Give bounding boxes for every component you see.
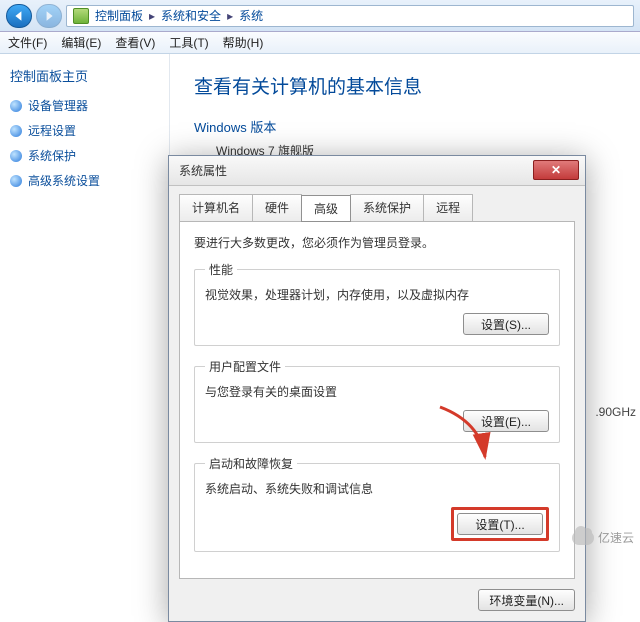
bullet-icon	[10, 125, 22, 137]
sidebar-item-label: 设备管理器	[28, 97, 88, 114]
dialog-title: 系统属性	[179, 162, 227, 179]
sidebar-item-label: 远程设置	[28, 122, 76, 139]
sidebar-item-label: 系统保护	[28, 147, 76, 164]
group-startup-recovery: 启动和故障恢复 系统启动、系统失败和调试信息 设置(T)...	[194, 455, 560, 552]
cloud-icon	[572, 531, 594, 545]
crumb-root[interactable]: 控制面板	[95, 7, 143, 24]
sidebar-home[interactable]: 控制面板主页	[10, 66, 159, 85]
bullet-icon	[10, 150, 22, 162]
page-title: 查看有关计算机的基本信息	[194, 72, 616, 99]
watermark-text: 亿速云	[598, 529, 634, 546]
group-performance: 性能 视觉效果，处理器计划，内存使用，以及虚拟内存 设置(S)...	[194, 261, 560, 346]
menu-edit[interactable]: 编辑(E)	[61, 34, 101, 51]
sidebar-item-protection[interactable]: 系统保护	[10, 147, 159, 164]
group-desc: 视觉效果，处理器计划，内存使用，以及虚拟内存	[205, 286, 549, 303]
group-legend: 用户配置文件	[205, 358, 285, 375]
group-user-profile: 用户配置文件 与您登录有关的桌面设置 设置(E)...	[194, 358, 560, 443]
crumb-leaf[interactable]: 系统	[239, 7, 263, 24]
menu-tools[interactable]: 工具(T)	[169, 34, 208, 51]
breadcrumb[interactable]: 控制面板 ▸ 系统和安全 ▸ 系统	[66, 5, 634, 27]
section-windows-edition: Windows 版本	[194, 117, 616, 136]
close-icon: ✕	[551, 163, 561, 177]
back-button[interactable]	[6, 4, 32, 28]
crumb-sep-icon: ▸	[227, 9, 233, 23]
watermark: 亿速云	[572, 529, 634, 546]
group-desc: 系统启动、系统失败和调试信息	[205, 480, 549, 497]
menu-view[interactable]: 查看(V)	[115, 34, 155, 51]
performance-settings-button[interactable]: 设置(S)...	[463, 313, 549, 335]
tab-advanced[interactable]: 高级	[301, 195, 351, 222]
menu-bar: 文件(F) 编辑(E) 查看(V) 工具(T) 帮助(H)	[0, 32, 640, 54]
group-legend: 性能	[205, 261, 237, 278]
user-profile-settings-button[interactable]: 设置(E)...	[463, 410, 549, 432]
sidebar-item-label: 高级系统设置	[28, 172, 100, 189]
startup-recovery-settings-button[interactable]: 设置(T)...	[457, 513, 543, 535]
tab-computer-name[interactable]: 计算机名	[179, 194, 253, 221]
system-properties-dialog: 系统属性 ✕ 计算机名 硬件 高级 系统保护 远程 要进行大多数更改，您必须作为…	[168, 155, 586, 622]
sidebar: 控制面板主页 设备管理器 远程设置 系统保护 高级系统设置	[0, 54, 170, 550]
tab-panel-advanced: 要进行大多数更改，您必须作为管理员登录。 性能 视觉效果，处理器计划，内存使用，…	[179, 221, 575, 579]
environment-variables-button[interactable]: 环境变量(N)...	[478, 589, 575, 611]
control-panel-icon	[73, 8, 89, 24]
admin-note: 要进行大多数更改，您必须作为管理员登录。	[194, 234, 560, 251]
window-titlebar: 控制面板 ▸ 系统和安全 ▸ 系统	[0, 0, 640, 32]
group-legend: 启动和故障恢复	[205, 455, 297, 472]
forward-button[interactable]	[36, 4, 62, 28]
bullet-icon	[10, 100, 22, 112]
crumb-sep-icon: ▸	[149, 9, 155, 23]
tab-strip: 计算机名 硬件 高级 系统保护 远程	[169, 186, 585, 221]
cpu-ghz-fragment: .90GHz	[595, 405, 636, 419]
crumb-mid[interactable]: 系统和安全	[161, 7, 221, 24]
sidebar-item-remote[interactable]: 远程设置	[10, 122, 159, 139]
sidebar-item-advanced[interactable]: 高级系统设置	[10, 172, 159, 189]
dialog-close-button[interactable]: ✕	[533, 160, 579, 180]
dialog-titlebar[interactable]: 系统属性 ✕	[169, 156, 585, 186]
bullet-icon	[10, 175, 22, 187]
tab-protection[interactable]: 系统保护	[350, 194, 424, 221]
tab-hardware[interactable]: 硬件	[252, 194, 302, 221]
menu-file[interactable]: 文件(F)	[8, 34, 47, 51]
tab-remote[interactable]: 远程	[423, 194, 473, 221]
group-desc: 与您登录有关的桌面设置	[205, 383, 549, 400]
menu-help[interactable]: 帮助(H)	[223, 34, 264, 51]
sidebar-item-device-manager[interactable]: 设备管理器	[10, 97, 159, 114]
annotation-highlight: 设置(T)...	[451, 507, 549, 541]
